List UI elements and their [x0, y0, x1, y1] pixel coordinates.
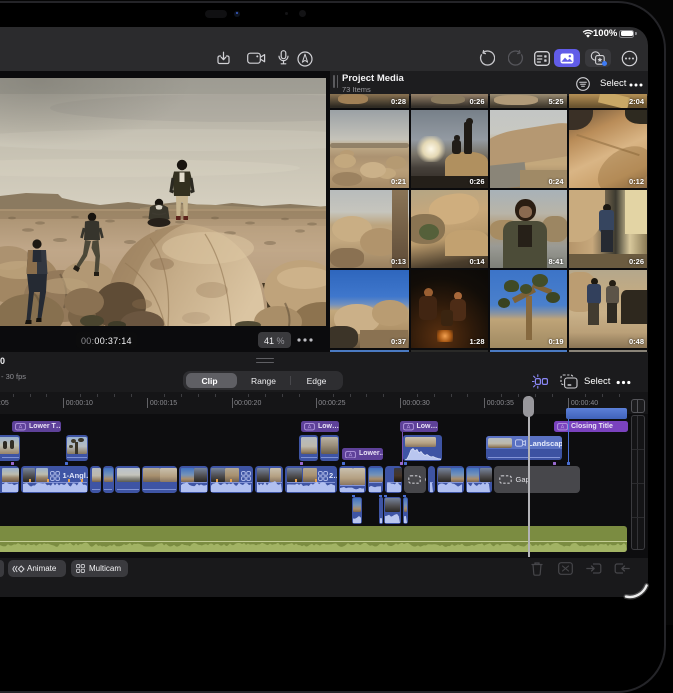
svg-text:A: A: [19, 425, 23, 431]
svg-text:A: A: [308, 425, 312, 431]
svg-text:A: A: [561, 425, 565, 431]
svg-text:A: A: [349, 452, 353, 458]
svg-text:A: A: [406, 425, 410, 431]
